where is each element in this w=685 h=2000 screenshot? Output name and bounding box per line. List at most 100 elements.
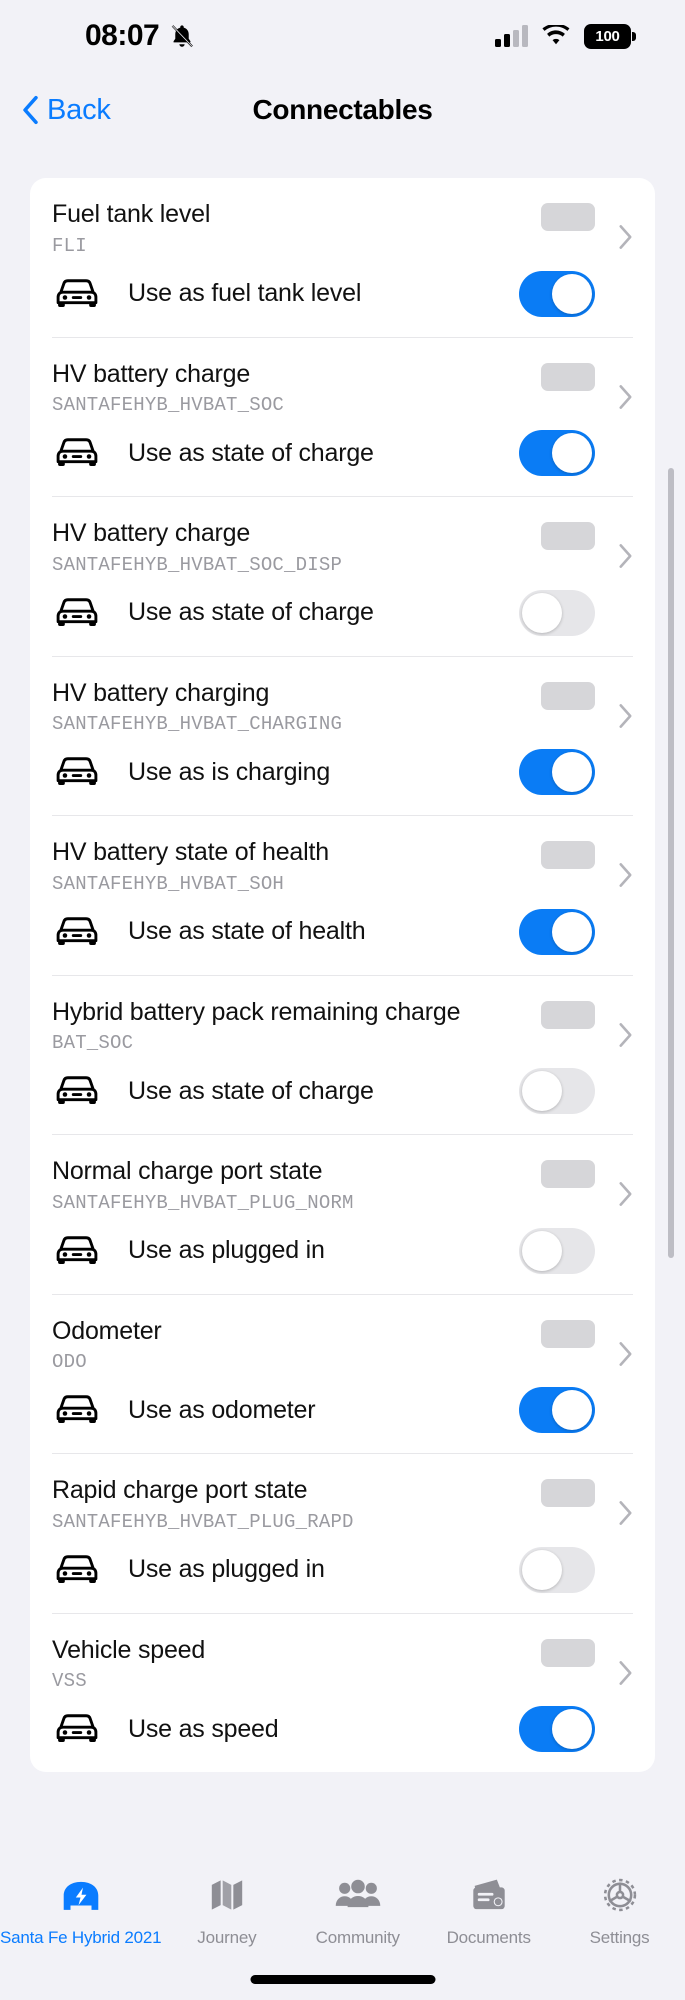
entry-toggle-switch[interactable] [519, 270, 595, 317]
entry-text-block: HV battery charge SANTAFEHYB_HVBAT_SOC_D… [52, 519, 541, 576]
toggle-knob [552, 433, 592, 473]
tab-documents[interactable]: Documents [423, 1872, 554, 1948]
entry-disclosure-chevron[interactable] [618, 384, 633, 410]
tab-label: Community [315, 1928, 400, 1947]
entry-header[interactable]: Odometer ODO [52, 1317, 633, 1374]
entry-text-block: Vehicle speed VSS [52, 1636, 541, 1693]
chevron-right-icon [619, 225, 632, 249]
connectable-entry: Vehicle speed VSS Use as speed [30, 1612, 655, 1773]
chevron-right-icon [619, 1022, 632, 1047]
navigation-bar: Back Connectables [0, 72, 685, 148]
entry-toggle-switch[interactable] [519, 1546, 595, 1593]
chevron-right-icon [619, 384, 632, 409]
entry-header[interactable]: HV battery charging SANTAFEHYB_HVBAT_CHA… [52, 679, 633, 736]
gear-icon [600, 1872, 640, 1918]
entry-title: Rapid charge port state [52, 1476, 308, 1504]
entry-toggle-switch[interactable] [519, 1387, 595, 1433]
entry-code: SANTAFEHYB_HVBAT_SOC [52, 394, 285, 416]
entry-disclosure-chevron[interactable] [618, 543, 633, 569]
back-button[interactable]: Back [22, 94, 111, 127]
car-front-icon [56, 597, 98, 626]
cellular-signal-icon [495, 25, 528, 47]
connectables-scroll-area[interactable]: Fuel tank level FLI Use as fuel tank lev… [0, 148, 685, 1850]
entry-text-block: HV battery charge SANTAFEHYB_HVBAT_SOC [52, 360, 541, 417]
people-icon [335, 1872, 381, 1918]
entry-toggle-label: Use as state of health [128, 917, 366, 945]
entry-toggle-label: Use as state of charge [128, 1076, 374, 1105]
entry-header[interactable]: Hybrid battery pack remaining charge BAT… [52, 998, 633, 1054]
entry-toggle-label: Use as plugged in [128, 1236, 325, 1264]
car-front-icon [56, 1395, 98, 1423]
entry-toggle-switch[interactable] [519, 749, 595, 795]
tab-journey[interactable]: Journey [161, 1872, 292, 1948]
car-front-icon [56, 278, 98, 307]
entry-header[interactable]: Fuel tank level FLI [52, 200, 633, 257]
entry-header[interactable]: Normal charge port state SANTAFEHYB_HVBA… [52, 1157, 633, 1214]
chevron-left-icon [22, 95, 39, 125]
value-placeholder [541, 681, 595, 710]
entry-toggle-row: Use as state of charge [52, 589, 633, 636]
value-placeholder [541, 1160, 595, 1188]
entry-title: HV battery charge [52, 359, 251, 388]
entry-toggle-switch[interactable] [519, 1068, 595, 1114]
value-placeholder [541, 1319, 595, 1348]
entry-toggle-switch[interactable] [519, 908, 595, 955]
wifi-icon [541, 23, 571, 47]
entry-toggle-switch[interactable] [519, 430, 595, 476]
status-bar-right: 100 [495, 23, 636, 49]
documents-icon [468, 1872, 510, 1918]
entry-text-block: Odometer ODO [52, 1317, 541, 1374]
entry-toggle-label: Use as fuel tank level [128, 279, 362, 307]
toggle-knob [522, 1230, 562, 1271]
status-bar-left: 08:07 [0, 19, 195, 53]
entry-disclosure-chevron[interactable] [618, 1022, 633, 1048]
connectable-entry: Rapid charge port state SANTAFEHYB_HVBAT… [30, 1453, 655, 1613]
value-placeholder [541, 362, 595, 391]
back-button-label: Back [47, 93, 111, 126]
connectables-list: Fuel tank level FLI Use as fuel tank lev… [30, 178, 655, 1772]
tab-settings[interactable]: Settings [554, 1872, 685, 1948]
entry-text-block: HV battery state of health SANTAFEHYB_HV… [52, 838, 541, 895]
entry-title: Odometer [52, 1316, 162, 1345]
entry-code: SANTAFEHYB_HVBAT_PLUG_RAPD [52, 1510, 354, 1533]
entry-disclosure-chevron[interactable] [618, 1500, 633, 1526]
entry-disclosure-chevron[interactable] [618, 703, 633, 729]
entry-code: ODO [52, 1351, 87, 1373]
entry-title: Fuel tank level [52, 200, 211, 228]
entry-header[interactable]: HV battery charge SANTAFEHYB_HVBAT_SOC_D… [52, 519, 633, 576]
entry-toggle-row: Use as fuel tank level [52, 270, 633, 317]
car-front-icon [54, 756, 100, 788]
bell-muted-icon [169, 22, 195, 50]
entry-toggle-switch[interactable] [519, 589, 595, 636]
toggle-knob [522, 1071, 562, 1111]
entry-header[interactable]: HV battery charge SANTAFEHYB_HVBAT_SOC [52, 360, 633, 417]
entry-disclosure-chevron[interactable] [618, 862, 633, 888]
entry-header[interactable]: Vehicle speed VSS [52, 1636, 633, 1693]
car-front-icon [54, 1554, 100, 1586]
car-front-icon [56, 916, 98, 945]
tab-santa-fe-hybrid-2021[interactable]: Santa Fe Hybrid 2021 [0, 1872, 162, 1948]
status-bar-clock: 08:07 [85, 19, 160, 52]
entry-toggle-label: Use as plugged in [128, 1555, 325, 1583]
connectable-entry: HV battery charge SANTAFEHYB_HVBAT_SOC U… [30, 336, 655, 497]
tab-community[interactable]: Community [292, 1872, 423, 1948]
entry-disclosure-chevron[interactable] [618, 1660, 633, 1686]
entry-header[interactable]: HV battery state of health SANTAFEHYB_HV… [52, 838, 633, 895]
tab-label: Journey [197, 1928, 257, 1947]
entry-toggle-switch[interactable] [519, 1706, 595, 1752]
entry-disclosure-chevron[interactable] [618, 224, 633, 250]
entry-toggle-label: Use as is charging [128, 757, 331, 786]
tab-label: Settings [589, 1928, 650, 1947]
entry-toggle-switch[interactable] [519, 1227, 595, 1274]
status-bar: 08:07 100 [0, 0, 685, 72]
car-front-icon [54, 1713, 100, 1745]
entry-toggle-row: Use as is charging [52, 749, 633, 795]
entry-disclosure-chevron[interactable] [618, 1181, 633, 1207]
vertical-scrollbar[interactable] [668, 468, 674, 1258]
entry-disclosure-chevron[interactable] [618, 1341, 633, 1367]
tab-label: Santa Fe Hybrid 2021 [0, 1928, 162, 1947]
app-screen: 08:07 100 Back Connectables Fuel tank le… [0, 0, 685, 2000]
entry-text-block: HV battery charging SANTAFEHYB_HVBAT_CHA… [52, 679, 541, 736]
entry-header[interactable]: Rapid charge port state SANTAFEHYB_HVBAT… [52, 1476, 633, 1533]
car-front-icon [54, 1075, 100, 1107]
